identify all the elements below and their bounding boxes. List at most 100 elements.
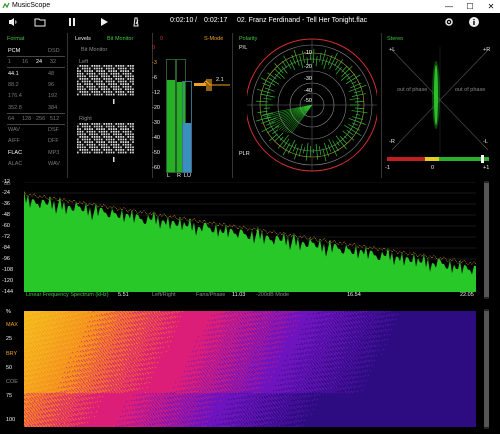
- format-option[interactable]: DFF: [48, 138, 59, 144]
- format-option[interactable]: 352.8: [8, 105, 22, 111]
- bit-cell: [86, 85, 89, 88]
- bit-cell: [103, 123, 105, 125]
- bit-cell: [115, 72, 117, 75]
- polarity-ray: [315, 56, 318, 67]
- spectrum-scroll-thumb[interactable]: [484, 183, 489, 297]
- format-option[interactable]: 48: [48, 71, 54, 77]
- play-icon[interactable]: [98, 16, 110, 28]
- spectrum-mode-label[interactable]: Linear Frequency Spectrum (kHz): [26, 292, 109, 298]
- bit-cell: [129, 151, 132, 154]
- bit-cell: [127, 70, 129, 72]
- bit-cell: [122, 146, 125, 149]
- format-option[interactable]: 176.4: [8, 93, 22, 99]
- format-option[interactable]: 24: [36, 59, 42, 65]
- bit-cell: [77, 149, 79, 151]
- format-option[interactable]: 512: [50, 116, 59, 122]
- bit-cell: [120, 78, 122, 80]
- format-option[interactable]: 96: [48, 82, 54, 88]
- level-mode[interactable]: -200dB Mode: [256, 292, 289, 298]
- format-option[interactable]: 16: [22, 59, 28, 65]
- format-option[interactable]: 256: [36, 116, 45, 122]
- format-option[interactable]: 88.2: [8, 82, 19, 88]
- bit-cell: [89, 83, 91, 85]
- polarity-ray: [352, 122, 358, 126]
- format-option[interactable]: 44.1: [8, 71, 19, 77]
- bit-cell: [125, 136, 127, 138]
- format-separator: [7, 56, 65, 57]
- volume-icon[interactable]: [7, 16, 19, 28]
- bit-cell: [96, 123, 98, 125]
- format-option[interactable]: 64: [8, 116, 14, 122]
- format-option[interactable]: DSD: [48, 48, 60, 54]
- bit-cell: [79, 78, 81, 80]
- bit-cell: [122, 123, 125, 125]
- bit-cell: [132, 75, 134, 78]
- format-option[interactable]: ALAC: [8, 161, 22, 167]
- meter-mode[interactable]: S-Mode: [204, 36, 223, 42]
- minimize-button[interactable]: —: [440, 0, 458, 13]
- format-option[interactable]: WAV: [8, 127, 20, 133]
- bit-cell: [120, 128, 122, 130]
- bit-cell: [103, 83, 105, 85]
- info-icon[interactable]: [468, 16, 480, 28]
- spectrogram-tick: %: [6, 309, 11, 315]
- format-title: Format: [7, 36, 25, 42]
- format-option[interactable]: PCM: [8, 48, 20, 54]
- close-button[interactable]: ✕: [482, 0, 500, 13]
- bit-cell: [132, 91, 134, 93]
- bit-cell: [129, 88, 132, 91]
- bit-cell: [89, 130, 91, 133]
- format-option[interactable]: WAV: [48, 161, 60, 167]
- pause-icon[interactable]: [66, 16, 78, 28]
- bit-cell: [79, 123, 81, 125]
- bit-cell: [84, 128, 86, 130]
- spectrogram-scroll-thumb[interactable]: [484, 311, 489, 427]
- bit-cell: [129, 67, 132, 70]
- format-option[interactable]: FLAC: [8, 150, 22, 156]
- meter-side-value: 2.1: [216, 77, 224, 83]
- bit-cell: [103, 141, 105, 143]
- format-option[interactable]: 384: [48, 105, 57, 111]
- fans-phase-mode[interactable]: Fans/Phase: [196, 292, 225, 298]
- bit-cell: [91, 88, 93, 91]
- format-separator: [7, 67, 65, 69]
- bit-cell: [86, 143, 89, 146]
- format-option[interactable]: 128: [22, 116, 31, 122]
- format-option[interactable]: 32: [50, 59, 56, 65]
- spectrogram-tick: 75: [6, 393, 13, 399]
- bit-cell: [125, 93, 127, 96]
- channel-mode[interactable]: Left/Right: [152, 292, 176, 298]
- maximize-button[interactable]: ☐: [461, 0, 479, 13]
- format-option[interactable]: 192: [48, 93, 57, 99]
- metronome-icon[interactable]: [130, 16, 142, 28]
- bit-cell: [91, 133, 93, 136]
- spectrogram-scrollbar[interactable]: [484, 309, 489, 429]
- bit-cell: [77, 70, 79, 72]
- bit-cell: [122, 67, 125, 70]
- format-option[interactable]: DSF: [48, 127, 59, 133]
- bit-cell: [129, 80, 132, 83]
- window-title: MusicScope: [12, 2, 51, 9]
- settings-gear-icon[interactable]: [443, 16, 455, 28]
- bit-cell: [117, 78, 120, 80]
- bit-cell: [96, 88, 98, 91]
- bit-cell: [132, 133, 134, 136]
- bit-cell: [122, 125, 125, 128]
- correlation-min: -1: [385, 165, 390, 171]
- levels-mode[interactable]: Bit Monitor: [107, 36, 133, 42]
- format-option[interactable]: 1: [8, 59, 11, 65]
- bit-cell: [122, 70, 125, 72]
- format-option[interactable]: AIFF: [8, 138, 20, 144]
- bit-cell: [98, 133, 101, 136]
- lufs-meter-track: [182, 81, 192, 173]
- polarity-ray: [319, 52, 322, 62]
- bit-cell: [81, 125, 84, 128]
- bit-cell: [77, 133, 79, 136]
- format-option[interactable]: MP3: [48, 150, 59, 156]
- bit-cell: [125, 146, 127, 149]
- open-folder-icon[interactable]: [34, 16, 46, 28]
- bit-cell: [120, 123, 122, 125]
- bit-cell: [125, 85, 127, 88]
- bit-cell: [120, 146, 122, 149]
- spectrum-scrollbar[interactable]: [484, 181, 489, 299]
